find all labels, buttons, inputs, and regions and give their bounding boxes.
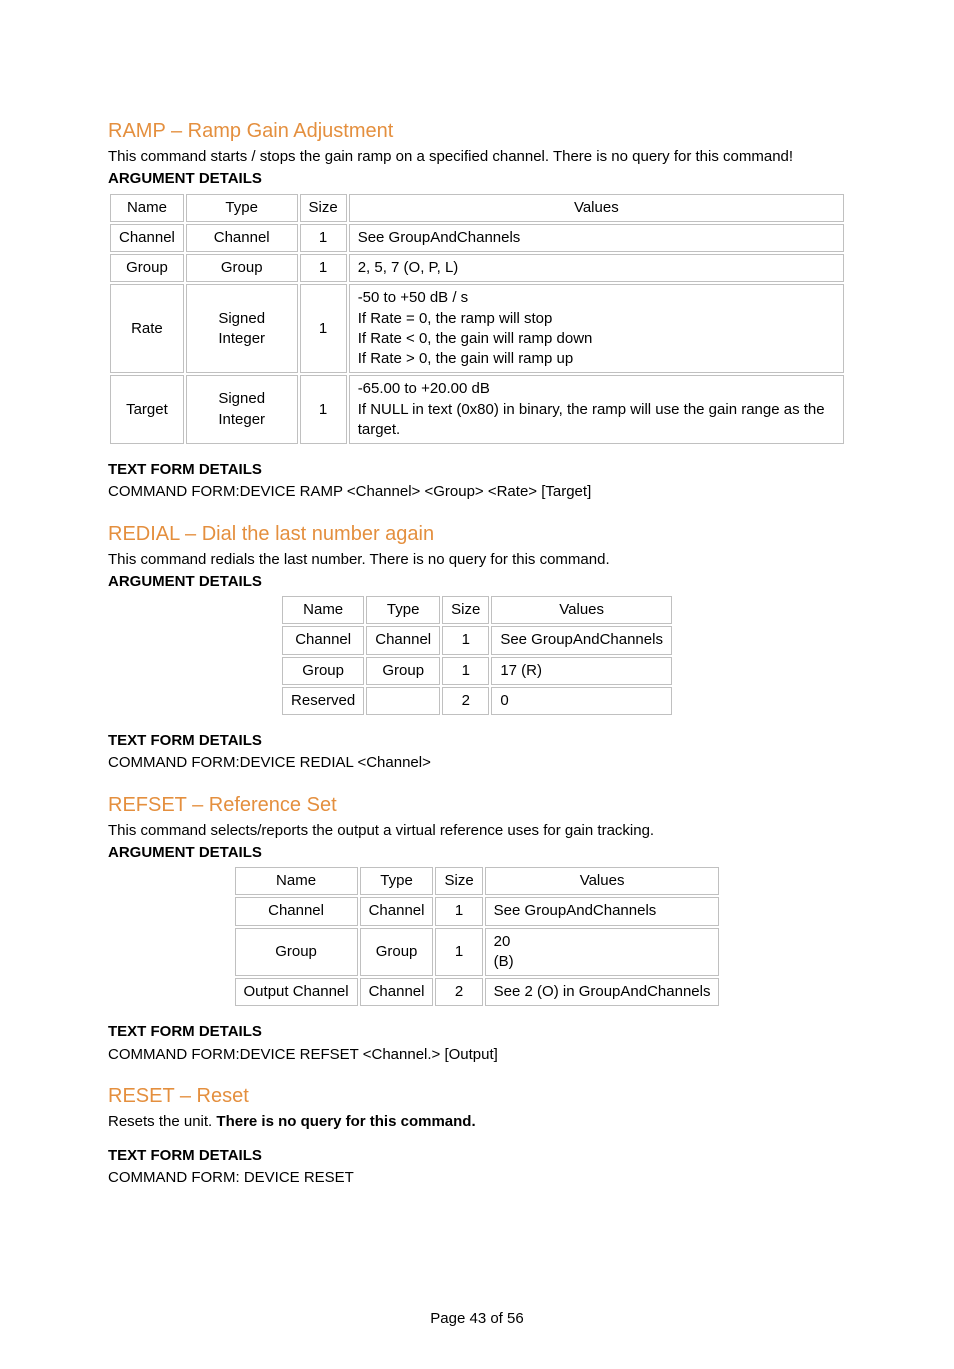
table-header-cell: Values	[485, 867, 720, 895]
table-cell: 20(B)	[485, 928, 720, 977]
table-cell: Channel	[186, 224, 298, 252]
table-cell: Group	[186, 254, 298, 282]
table-cell: -65.00 to +20.00 dBIf NULL in text (0x80…	[349, 375, 844, 444]
table-cell: Channel	[360, 897, 434, 925]
table-cell: 2	[442, 687, 489, 715]
table-cell: 1	[435, 928, 482, 977]
section-description: This command selects/reports the output …	[108, 821, 846, 841]
section-heading: RESET – Reset	[108, 1083, 846, 1110]
table-row: GroupGroup120(B)	[235, 928, 720, 977]
table-row: Reserved 20	[282, 687, 672, 715]
section-description: This command redials the last number. Th…	[108, 550, 846, 570]
table-row: ChannelChannel1See GroupAndChannels	[235, 897, 720, 925]
table-cell: 1	[442, 626, 489, 654]
table-cell: -50 to +50 dB / sIf Rate = 0, the ramp w…	[349, 284, 844, 373]
table-cell: See 2 (O) in GroupAndChannels	[485, 978, 720, 1006]
text-form-header: TEXT FORM DETAILS	[108, 460, 846, 480]
table-cell: Reserved	[282, 687, 364, 715]
table-cell: See GroupAndChannels	[485, 897, 720, 925]
table-header-cell: Values	[349, 194, 844, 222]
text-form-body: COMMAND FORM:DEVICE REDIAL <Channel>	[108, 753, 846, 773]
table-cell: See GroupAndChannels	[491, 626, 672, 654]
table-cell: 1	[300, 375, 347, 444]
table-cell: 2	[435, 978, 482, 1006]
table-header-cell: Values	[491, 596, 672, 624]
table-cell: Signed Integer	[186, 375, 298, 444]
text-form-header: TEXT FORM DETAILS	[108, 731, 846, 751]
section-heading: REFSET – Reference Set	[108, 792, 846, 819]
table-row: TargetSigned Integer1-65.00 to +20.00 dB…	[110, 375, 844, 444]
table-cell: Group	[282, 657, 364, 685]
table-cell: Target	[110, 375, 184, 444]
table-cell: See GroupAndChannels	[349, 224, 844, 252]
section-description: Resets the unit. There is no query for t…	[108, 1112, 846, 1132]
argument-details-header: ARGUMENT DETAILS	[108, 843, 846, 863]
table-row: ChannelChannel1See GroupAndChannels	[110, 224, 844, 252]
table-header-cell: Type	[360, 867, 434, 895]
text-form-header: TEXT FORM DETAILS	[108, 1146, 846, 1166]
table-cell: 1	[300, 284, 347, 373]
table-cell: 17 (R)	[491, 657, 672, 685]
text-form-body: COMMAND FORM: DEVICE RESET	[108, 1168, 846, 1188]
table-cell: Channel	[110, 224, 184, 252]
table-row: ChannelChannel1See GroupAndChannels	[282, 626, 672, 654]
text-form-body: COMMAND FORM:DEVICE RAMP <Channel> <Grou…	[108, 482, 846, 502]
table-cell: Channel	[360, 978, 434, 1006]
table-cell: 1	[442, 657, 489, 685]
text-form-header: TEXT FORM DETAILS	[108, 1022, 846, 1042]
table-header-cell: Size	[300, 194, 347, 222]
argument-details-header: ARGUMENT DETAILS	[108, 572, 846, 592]
table-cell	[366, 687, 440, 715]
table-cell: Group	[235, 928, 358, 977]
table-cell: Channel	[366, 626, 440, 654]
table-cell: Group	[366, 657, 440, 685]
table-row: GroupGroup12, 5, 7 (O, P, L)	[110, 254, 844, 282]
table-header-cell: Name	[110, 194, 184, 222]
table-cell: Group	[110, 254, 184, 282]
table-header-cell: Size	[435, 867, 482, 895]
table-header-cell: Name	[282, 596, 364, 624]
argument-table: NameTypeSizeValuesChannelChannel1See Gro…	[280, 594, 674, 717]
table-cell: Channel	[235, 897, 358, 925]
argument-details-header: ARGUMENT DETAILS	[108, 169, 846, 189]
text-form-body: COMMAND FORM:DEVICE REFSET <Channel.> [O…	[108, 1045, 846, 1065]
table-cell: Output Channel	[235, 978, 358, 1006]
table-cell: Channel	[282, 626, 364, 654]
table-cell: Signed Integer	[186, 284, 298, 373]
table-cell: 1	[435, 897, 482, 925]
table-cell: 0	[491, 687, 672, 715]
table-cell: 2, 5, 7 (O, P, L)	[349, 254, 844, 282]
page-footer: Page 43 of 56	[108, 1309, 846, 1329]
section-heading: RAMP – Ramp Gain Adjustment	[108, 118, 846, 145]
argument-table: NameTypeSizeValuesChannelChannel1See Gro…	[108, 192, 846, 447]
table-cell: 1	[300, 254, 347, 282]
table-header-cell: Type	[366, 596, 440, 624]
table-header-cell: Size	[442, 596, 489, 624]
table-header-cell: Name	[235, 867, 358, 895]
table-cell: Group	[360, 928, 434, 977]
argument-table: NameTypeSizeValuesChannelChannel1See Gro…	[233, 865, 722, 1008]
table-row: Output ChannelChannel2See 2 (O) in Group…	[235, 978, 720, 1006]
section-description: This command starts / stops the gain ram…	[108, 147, 846, 167]
section-heading: REDIAL – Dial the last number again	[108, 521, 846, 548]
table-cell: Rate	[110, 284, 184, 373]
table-row: GroupGroup117 (R)	[282, 657, 672, 685]
table-row: RateSigned Integer1-50 to +50 dB / sIf R…	[110, 284, 844, 373]
table-cell: 1	[300, 224, 347, 252]
document-body: RAMP – Ramp Gain AdjustmentThis command …	[108, 118, 846, 1189]
table-header-cell: Type	[186, 194, 298, 222]
